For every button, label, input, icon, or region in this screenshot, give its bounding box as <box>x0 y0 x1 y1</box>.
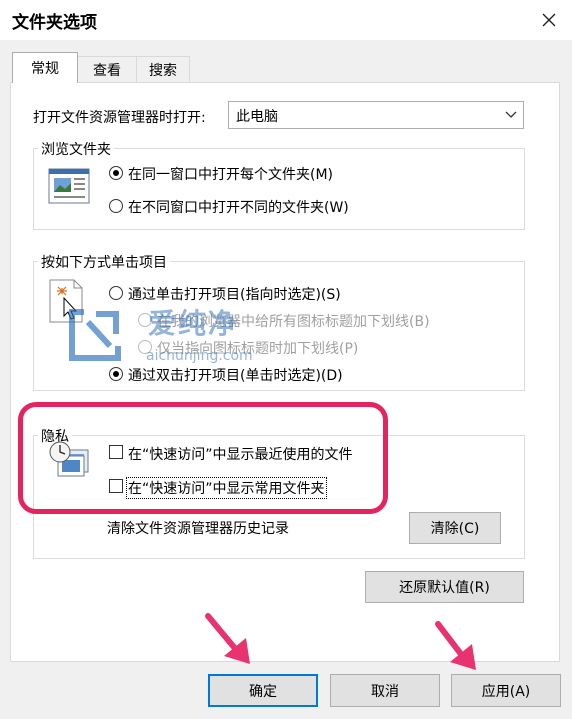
watermark-logo-icon <box>69 309 121 361</box>
restore-defaults-button[interactable]: 还原默认值(R) <box>365 571 524 603</box>
tab-search[interactable]: 搜索 <box>136 56 190 82</box>
window-icon <box>48 168 90 204</box>
chevron-down-icon <box>505 111 517 118</box>
watermark-cn: 爱纯净 <box>148 307 239 340</box>
apply-button[interactable]: 应用(A) <box>451 674 561 707</box>
browse-folders-group <box>33 148 525 230</box>
watermark: 爱纯净 aichunjing.com <box>66 300 276 372</box>
radio-same-window[interactable] <box>109 166 123 180</box>
close-button[interactable] <box>532 4 566 36</box>
tab-view[interactable]: 查看 <box>77 56 137 82</box>
title-bar: 文件夹选项 <box>0 0 572 40</box>
arrow-annotation-apply <box>435 621 476 670</box>
window-title: 文件夹选项 <box>12 13 97 33</box>
cancel-button[interactable]: 取消 <box>330 674 440 707</box>
same-window-label: 在同一窗口中打开每个文件夹(M) <box>128 167 334 183</box>
click-items-title: 按如下方式单击项目 <box>38 252 170 272</box>
radio-single-click[interactable] <box>109 286 123 300</box>
open-explorer-value: 此电脑 <box>236 109 278 125</box>
radio-new-window[interactable] <box>109 199 123 213</box>
new-window-label: 在不同窗口中打开不同的文件夹(W) <box>128 200 349 216</box>
tab-general[interactable]: 常规 <box>12 52 78 83</box>
arrow-annotation-ok <box>205 613 250 664</box>
watermark-url: aichunjing.com <box>146 348 253 364</box>
open-explorer-label: 打开文件资源管理器时打开: <box>33 110 206 126</box>
clear-button[interactable]: 清除(C) <box>409 512 501 544</box>
highlight-annotation <box>18 402 388 514</box>
close-icon <box>542 13 556 27</box>
browse-folders-title: 浏览文件夹 <box>38 139 114 159</box>
open-explorer-select[interactable]: 此电脑 <box>228 101 524 129</box>
ok-button[interactable]: 确定 <box>208 674 318 707</box>
clear-history-label: 清除文件资源管理器历史记录 <box>107 521 289 537</box>
